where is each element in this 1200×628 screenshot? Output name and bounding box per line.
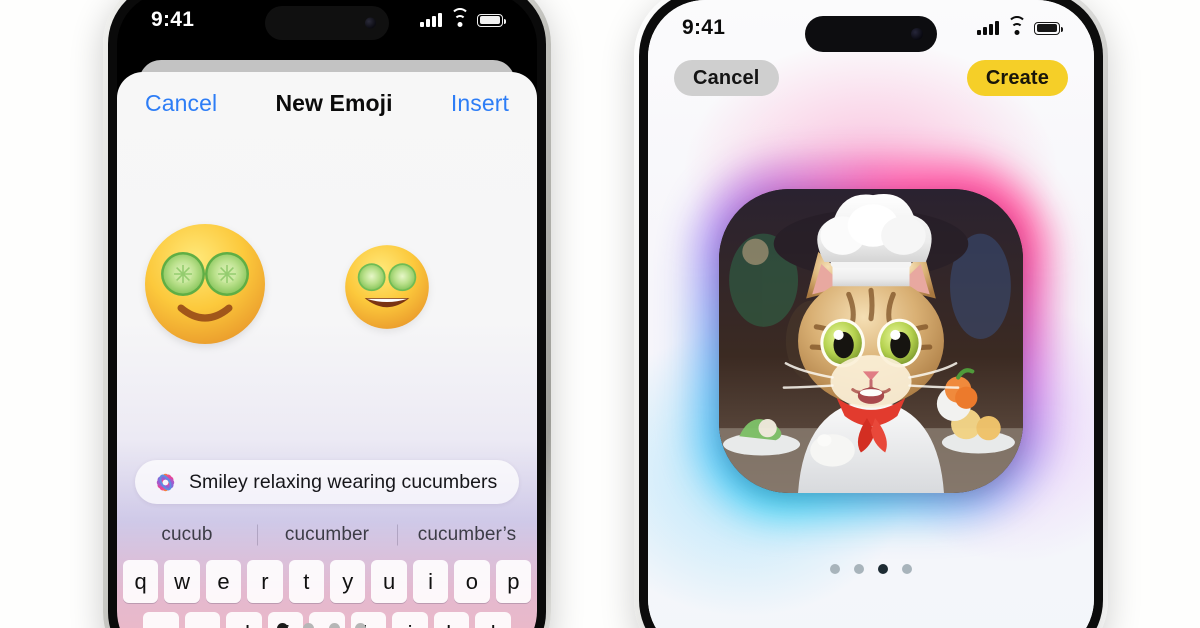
wifi-icon (450, 8, 469, 27)
key-s[interactable]: s (184, 612, 221, 628)
cancel-button[interactable]: Cancel (674, 60, 779, 96)
page-dot[interactable] (830, 564, 840, 574)
emoji-prompt-input[interactable]: Smiley relaxing wearing cucumbers (135, 460, 519, 504)
key-u[interactable]: u (371, 560, 407, 603)
cellular-bars-icon (977, 21, 999, 35)
image-playground-nav: Cancel Create (648, 60, 1094, 96)
key-w[interactable]: w (164, 560, 200, 603)
left-phone-screen: 9:41 Cancel New Emoji Insert Smiley rela… (117, 0, 537, 628)
status-indicators (977, 16, 1063, 35)
page-dot[interactable] (277, 623, 288, 628)
generated-image[interactable] (719, 189, 1023, 494)
status-time: 9:41 (151, 8, 195, 31)
prompt-text-value[interactable]: Smiley relaxing wearing cucumbers (189, 471, 497, 494)
left-status-bar: 9:41 (117, 0, 537, 48)
suggestion-item[interactable]: cucumber (257, 524, 397, 546)
right-dynamic-island (805, 16, 937, 52)
keyboard-row-1: q w e r t y u i o p (122, 560, 532, 603)
key-a[interactable]: a (142, 612, 179, 628)
generated-image-container[interactable] (695, 165, 1047, 518)
battery-icon (1034, 21, 1063, 35)
left-phone-bezel: 9:41 Cancel New Emoji Insert Smiley rela… (108, 0, 546, 628)
suggestion-item[interactable]: cucumber’s (397, 524, 537, 546)
page-dot[interactable] (902, 564, 912, 574)
emoji-secondary[interactable] (341, 241, 433, 348)
key-q[interactable]: q (122, 560, 159, 603)
sheet-title: New Emoji (275, 89, 393, 116)
screenshot-stage: 9:41 Cancel New Emoji Insert Smiley rela… (0, 0, 1200, 628)
right-phone-bezel: 9:41 Cancel Create (639, 0, 1103, 628)
wifi-icon (1007, 16, 1026, 35)
key-e[interactable]: e (205, 560, 242, 603)
key-i[interactable]: i (412, 560, 449, 603)
key-p[interactable]: p (495, 560, 532, 603)
status-time: 9:41 (682, 16, 726, 39)
key-y[interactable]: y (330, 560, 366, 603)
status-indicators (420, 8, 506, 27)
emoji-page-dots[interactable] (277, 623, 366, 628)
key-j[interactable]: j (392, 612, 428, 628)
page-dot[interactable] (878, 564, 888, 574)
right-phone-device: 9:41 Cancel Create (634, 0, 1108, 628)
key-t[interactable]: t (288, 560, 324, 603)
create-button[interactable]: Create (966, 60, 1068, 96)
insert-button[interactable]: Insert (451, 90, 509, 117)
key-k[interactable]: k (433, 612, 470, 628)
front-camera-icon (911, 28, 923, 40)
page-dot[interactable] (355, 623, 366, 628)
key-d[interactable]: d (226, 612, 262, 628)
onscreen-keyboard: q w e r t y u i o p a (117, 556, 537, 628)
page-dot[interactable] (303, 623, 314, 628)
image-page-dots[interactable] (830, 564, 912, 574)
page-dot[interactable] (329, 623, 340, 628)
cellular-bars-icon (420, 13, 442, 27)
apple-intelligence-icon (156, 473, 175, 491)
sheet-nav-bar: Cancel New Emoji Insert (117, 72, 537, 134)
keyboard-suggestion-bar: cucub cucumber cucumber’s (117, 514, 537, 556)
cancel-button[interactable]: Cancel (145, 90, 217, 117)
prompt-field-container: Smiley relaxing wearing cucumbers (117, 454, 537, 514)
page-dot[interactable] (854, 564, 864, 574)
battery-icon (477, 13, 506, 27)
suggestion-item[interactable]: cucub (117, 524, 257, 546)
emoji-carousel[interactable] (117, 134, 537, 454)
key-l[interactable]: l (475, 612, 512, 628)
key-o[interactable]: o (454, 560, 490, 603)
left-phone-device: 9:41 Cancel New Emoji Insert Smiley rela… (103, 0, 551, 628)
new-emoji-sheet: Cancel New Emoji Insert Smiley relaxing … (117, 72, 537, 628)
emoji-primary[interactable] (139, 218, 271, 371)
right-phone-screen: 9:41 Cancel Create (648, 0, 1094, 628)
key-r[interactable]: r (247, 560, 283, 603)
